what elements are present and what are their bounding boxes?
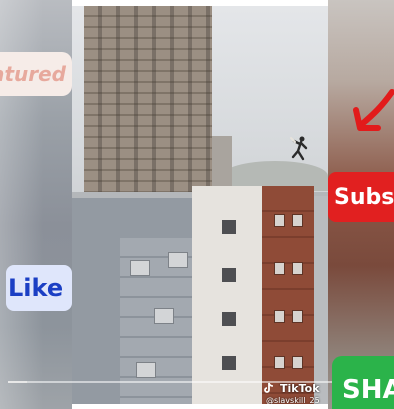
tiktok-icon	[264, 382, 274, 393]
window	[292, 214, 303, 227]
jumping-person	[290, 136, 308, 161]
white-building	[192, 186, 264, 404]
window	[274, 262, 285, 275]
tiktok-handle: @slavskill_25	[266, 396, 320, 404]
like-button[interactable]: Like	[6, 265, 72, 311]
window	[222, 356, 236, 370]
video-progress-bar[interactable]	[8, 381, 386, 383]
arrow-icon	[353, 89, 394, 131]
ac-unit	[136, 362, 156, 378]
tiktok-wordmark: TikTok	[280, 382, 320, 395]
video-frame[interactable]: TikTok @slavskill_25 atured Like Subscr …	[0, 0, 394, 409]
window	[274, 214, 285, 227]
window	[222, 268, 236, 282]
subscribe-button[interactable]: Subscr	[328, 172, 394, 222]
like-label: Like	[8, 274, 64, 302]
featured-badge: atured	[0, 52, 72, 96]
video-progress-fill	[8, 381, 27, 383]
ac-unit	[130, 260, 150, 276]
side-building	[314, 196, 328, 404]
window	[292, 356, 303, 369]
share-button[interactable]: SHA	[332, 356, 394, 409]
share-label: SHA	[342, 375, 394, 405]
tower-windows	[84, 6, 212, 196]
window	[274, 356, 285, 369]
featured-label: atured	[0, 62, 66, 86]
window	[222, 220, 236, 234]
window	[292, 310, 303, 323]
video-player[interactable]: TikTok @slavskill_25	[72, 6, 328, 404]
ac-unit	[168, 252, 188, 268]
window	[222, 312, 236, 326]
window	[274, 310, 285, 323]
subscribe-label: Subscr	[334, 184, 394, 210]
brick-building	[262, 186, 314, 404]
window	[292, 262, 303, 275]
ac-unit	[154, 308, 174, 324]
